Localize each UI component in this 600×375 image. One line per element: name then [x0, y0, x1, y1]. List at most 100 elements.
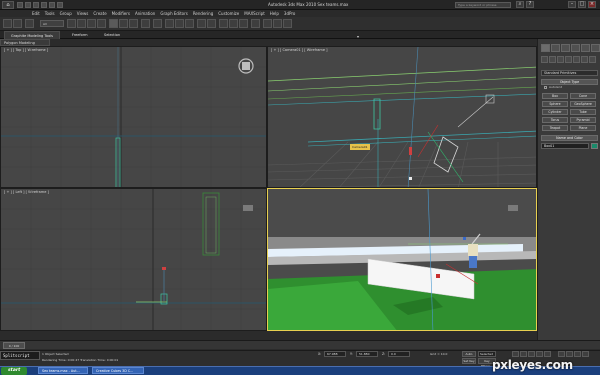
menu-animation[interactable]: Animation — [135, 10, 155, 17]
torus-button[interactable]: Torus — [542, 117, 568, 123]
schematic-view-icon[interactable] — [239, 19, 248, 28]
play-icon[interactable] — [528, 351, 535, 357]
task-creative-cubes[interactable]: Creative Cubes 3D C... — [92, 367, 144, 374]
curve-editor-icon[interactable] — [229, 19, 238, 28]
cameras-icon[interactable] — [565, 56, 572, 63]
geometry-icon[interactable] — [541, 56, 548, 63]
pan-icon[interactable] — [566, 351, 573, 357]
reference-coord-icon[interactable] — [141, 19, 150, 28]
start-button[interactable]: start — [1, 367, 27, 375]
select-object-icon[interactable] — [67, 19, 76, 28]
new-file-icon[interactable] — [17, 2, 23, 8]
timeline[interactable]: 0 / 100 — [0, 340, 600, 349]
menu-edit[interactable]: Edit — [32, 10, 40, 17]
menu-modifiers[interactable]: Modifiers — [112, 10, 130, 17]
create-tab-icon[interactable] — [541, 44, 550, 52]
link-icon[interactable] — [25, 19, 34, 28]
time-slider[interactable]: 0 / 100 — [3, 342, 25, 349]
window-crossing-icon[interactable] — [97, 19, 106, 28]
select-by-name-icon[interactable] — [77, 19, 86, 28]
hold-icon[interactable] — [57, 2, 63, 8]
orbit-icon[interactable] — [574, 351, 581, 357]
maxscript-listener[interactable]: Splitscript — [0, 351, 40, 360]
name-and-color-rollout[interactable]: Name and Color — [541, 135, 598, 141]
tube-button[interactable]: Tube — [570, 109, 596, 115]
menu-graph-editors[interactable]: Graph Editors — [160, 10, 187, 17]
zoom-icon[interactable] — [558, 351, 565, 357]
geosphere-button[interactable]: GeoSphere — [570, 101, 596, 107]
polygon-modeling-panel[interactable]: Polygon Modeling — [0, 39, 50, 46]
y-coordinate-field[interactable]: 51.880 — [356, 351, 378, 357]
object-name-field[interactable]: Box01 — [541, 143, 589, 149]
rendered-frame-icon[interactable] — [273, 19, 282, 28]
menu-views[interactable]: Views — [77, 10, 89, 17]
systems-icon[interactable] — [589, 56, 596, 63]
go-to-end-icon[interactable] — [544, 351, 551, 357]
menu-customize[interactable]: Customize — [218, 10, 239, 17]
viewport-top[interactable]: [ + ] [ Top ] [ Wireframe ] — [0, 46, 267, 188]
percent-snap-icon[interactable] — [185, 19, 194, 28]
tab-selection[interactable]: Selection — [98, 31, 126, 39]
checkbox-icon[interactable] — [544, 85, 547, 89]
undo-tool-icon[interactable] — [3, 19, 12, 28]
object-color-swatch[interactable] — [591, 143, 598, 149]
layer-manager-icon[interactable] — [219, 19, 228, 28]
go-to-start-icon[interactable] — [512, 351, 519, 357]
display-tab-icon[interactable] — [581, 44, 590, 52]
utilities-tab-icon[interactable] — [591, 44, 600, 52]
object-category-dropdown[interactable]: Standard Primitives — [541, 70, 598, 76]
spacewarps-icon[interactable] — [581, 56, 588, 63]
viewport-camera[interactable]: [ + ] [ Camera01 ] [ Wireframe ] Camera0… — [267, 46, 537, 188]
z-coordinate-field[interactable]: 0.0 — [388, 351, 410, 357]
render-icon[interactable] — [283, 19, 292, 28]
cone-button[interactable]: Cone — [570, 93, 596, 99]
ribbon-minimize-icon[interactable]: ▾ — [355, 35, 361, 39]
x-coordinate-field[interactable]: 67.988 — [324, 351, 346, 357]
cylinder-button[interactable]: Cylinder — [542, 109, 568, 115]
camera-object-label[interactable]: Camera01 — [350, 144, 370, 150]
next-frame-icon[interactable] — [536, 351, 543, 357]
maximize-viewport-icon[interactable] — [582, 351, 589, 357]
motion-tab-icon[interactable] — [571, 44, 580, 52]
rect-selection-icon[interactable] — [87, 19, 96, 28]
selection-filter-dropdown[interactable]: All — [40, 20, 64, 27]
save-file-icon[interactable] — [33, 2, 39, 8]
modify-tab-icon[interactable] — [551, 44, 560, 52]
info-icon[interactable]: ? — [526, 1, 534, 8]
menu-help[interactable]: Help — [270, 10, 279, 17]
auto-key-button[interactable]: Auto Key — [462, 351, 476, 361]
plane-button[interactable]: Plane — [570, 125, 596, 131]
pyramid-button[interactable]: Pyramid — [570, 117, 596, 123]
menu-create[interactable]: Create — [93, 10, 106, 17]
box-button[interactable]: Box — [542, 93, 568, 99]
pivot-icon[interactable] — [153, 19, 162, 28]
rotate-icon[interactable] — [119, 19, 128, 28]
app-logo-icon[interactable]: ⌂ — [2, 1, 14, 9]
move-icon[interactable] — [109, 19, 118, 28]
tab-graphite-modeling-tools[interactable]: Graphite Modeling Tools — [4, 31, 61, 39]
autogrid-checkbox[interactable]: AutoGrid — [544, 85, 562, 89]
lights-icon[interactable] — [557, 56, 564, 63]
helpers-icon[interactable] — [573, 56, 580, 63]
menu-rendering[interactable]: Rendering — [193, 10, 213, 17]
menu-tools[interactable]: Tools — [45, 10, 55, 17]
shapes-icon[interactable] — [549, 56, 556, 63]
redo-tool-icon[interactable] — [13, 19, 22, 28]
open-file-icon[interactable] — [25, 2, 31, 8]
menu-maxscript[interactable]: MAXScript — [244, 10, 265, 17]
minimize-icon[interactable]: – — [568, 1, 576, 8]
snap-icon[interactable] — [165, 19, 174, 28]
task-3dsmax[interactable]: Sex teams.max - Aut... — [38, 367, 88, 374]
search-input[interactable]: Type a keyword or phrase — [455, 2, 511, 8]
close-icon[interactable]: × — [588, 1, 596, 8]
redo-icon[interactable] — [49, 2, 55, 8]
menu-group[interactable]: Group — [60, 10, 72, 17]
mirror-icon[interactable] — [197, 19, 206, 28]
tab-freeform[interactable]: Freeform — [66, 31, 94, 39]
undo-icon[interactable] — [41, 2, 47, 8]
search-icon[interactable]: ⌕ — [516, 1, 524, 8]
render-setup-icon[interactable] — [263, 19, 272, 28]
hierarchy-tab-icon[interactable] — [561, 44, 570, 52]
maximize-icon[interactable]: □ — [578, 1, 586, 8]
viewport-left[interactable]: [ + ] [ Left ] [ Wireframe ] — [0, 188, 267, 331]
